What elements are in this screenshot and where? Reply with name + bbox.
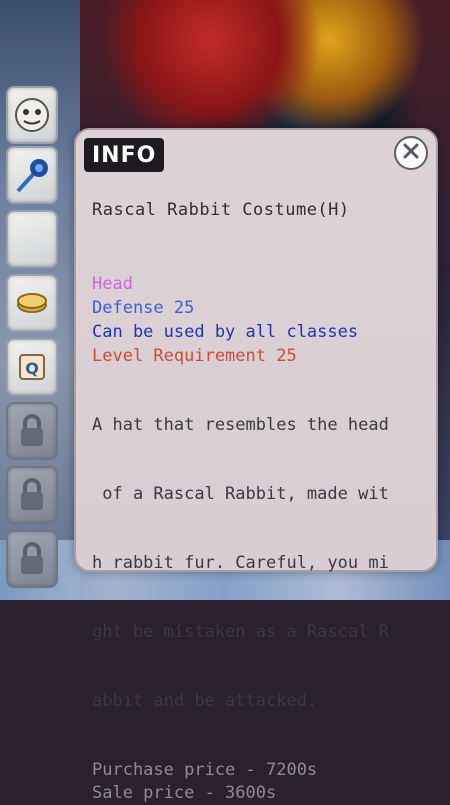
emote-slot[interactable] [6,86,58,144]
quest-scroll-icon: Q [14,349,50,385]
description-line: h rabbit fur. Careful, you mi [92,553,389,573]
info-header: INFO [84,138,165,172]
lock-icon [17,414,47,448]
quest-slot[interactable]: Q [6,338,58,396]
svg-text:Q: Q [25,359,39,378]
level-requirement: Level Requirement 25 [92,346,297,366]
description-line: A hat that resembles the head [92,415,389,435]
item-stats: Head Defense 25 Can be used by all class… [92,272,427,805]
locked-slot [6,402,58,460]
lock-icon [17,542,47,576]
purchase-price: Purchase price - 7200s [92,760,318,780]
description-line: abbit and be attacked. [92,691,318,711]
coin-icon [15,291,49,315]
description-line: of a Rascal Rabbit, made wit [92,484,389,504]
item-description: A hat that resembles the head of a Rasca… [92,368,427,759]
item-name: Rascal Rabbit Costume(H) [92,200,350,220]
description-line: ght be mistaken as a Rascal R [92,622,389,642]
item-info-window: INFO Rascal Rabbit Costume(H) Head Defen… [74,128,438,803]
emote-face-icon [13,96,51,134]
defense-stat: Defense 25 [92,298,195,318]
empty-slot[interactable] [6,210,58,268]
weapon-slot[interactable] [6,146,58,204]
mace-icon [12,155,52,195]
locked-slot [6,530,58,588]
class-restriction: Can be used by all classes [92,322,359,342]
equip-slot-type: Head [92,274,133,294]
currency-slot[interactable] [6,274,58,332]
info-title: INFO [92,142,157,168]
close-icon [403,143,419,163]
locked-slot [6,466,58,524]
sale-price: Sale price - 3600s [92,783,277,803]
lock-icon [17,478,47,512]
close-button[interactable] [394,136,428,170]
